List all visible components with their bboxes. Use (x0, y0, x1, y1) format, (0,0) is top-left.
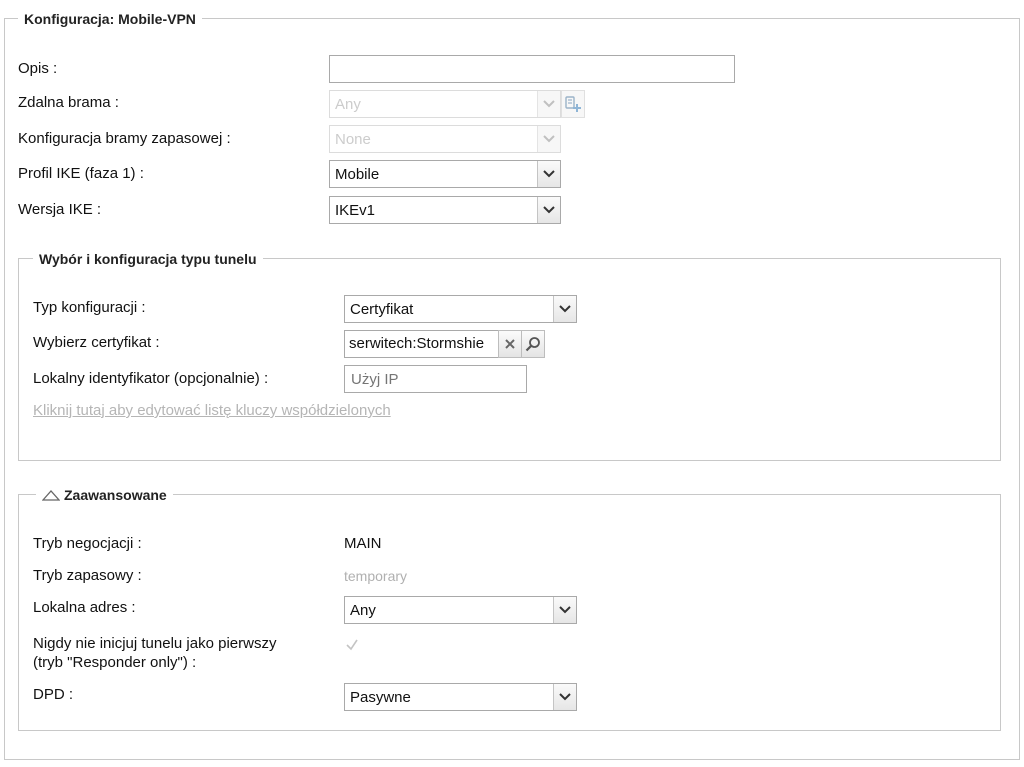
dpd-label: DPD : (33, 686, 74, 703)
local-id-label: Lokalny identyfikator (opcjonalnie) : (33, 370, 269, 387)
ike-profile-value: Mobile (335, 166, 380, 183)
local-addr-label: Lokalna adres : (33, 599, 136, 616)
nego-label: Tryb negocjacji : (33, 535, 142, 552)
chevron-down-icon (553, 296, 576, 322)
typ-konfiguracji-value: Certyfikat (350, 301, 414, 318)
ike-profile-select[interactable]: Mobile (329, 160, 561, 188)
dpd-value: Pasywne (350, 689, 411, 706)
search-icon (525, 337, 540, 352)
zdalna-brama-label: Zdalna brama : (18, 94, 119, 111)
psk-edit-link[interactable]: Kliknij tutaj aby edytować listę kluczy … (33, 402, 391, 419)
certyfikat-value: serwitech:Stormshie (349, 335, 485, 352)
opis-label: Opis : (18, 60, 58, 77)
local-addr-select[interactable]: Any (344, 596, 577, 624)
zapasowa-select[interactable]: None (329, 125, 561, 153)
backup-value: temporary (344, 568, 408, 584)
certyfikat-label: Wybierz certyfikat : (33, 334, 160, 351)
advanced-legend-text: Zaawansowane (64, 487, 167, 503)
advanced-legend[interactable]: Zaawansowane (36, 486, 173, 504)
chevron-down-icon (553, 597, 576, 623)
collapse-triangle-icon (42, 490, 60, 501)
zdalna-brama-value: Any (335, 96, 361, 113)
search-button[interactable] (521, 330, 545, 358)
clear-icon (505, 339, 515, 349)
certyfikat-input[interactable]: serwitech:Stormshie (344, 330, 499, 358)
nego-value: MAIN (344, 535, 382, 552)
responder-label-line1: Nigdy nie inicjuj tunelu jako pierwszy (33, 635, 277, 652)
backup-label: Tryb zapasowy : (33, 567, 142, 584)
chevron-down-icon (537, 197, 560, 223)
tunnel-fieldset (18, 258, 1001, 461)
checkmark-icon (346, 639, 358, 651)
responder-checkbox[interactable] (344, 637, 360, 653)
add-object-icon[interactable] (561, 90, 585, 118)
zdalna-brama-select[interactable]: Any (329, 90, 561, 118)
typ-konfiguracji-select[interactable]: Certyfikat (344, 295, 577, 323)
zapasowa-label: Konfiguracja bramy zapasowej : (18, 130, 231, 147)
local-id-input[interactable] (344, 365, 527, 393)
zapasowa-value: None (335, 131, 371, 148)
main-legend: Konfiguracja: Mobile-VPN (18, 10, 202, 28)
typ-konfiguracji-label: Typ konfiguracji : (33, 299, 146, 316)
responder-label-line2: (tryb "Responder only") : (33, 654, 197, 671)
ike-version-value: IKEv1 (335, 202, 376, 219)
chevron-down-icon (553, 684, 576, 710)
local-addr-value: Any (350, 602, 376, 619)
chevron-down-icon (537, 91, 560, 117)
ike-version-label: Wersja IKE : (18, 201, 102, 218)
chevron-down-icon (537, 126, 560, 152)
chevron-down-icon (537, 161, 560, 187)
ike-profile-label: Profil IKE (faza 1) : (18, 165, 144, 182)
clear-button[interactable] (498, 330, 522, 358)
opis-input[interactable] (329, 55, 735, 83)
tunnel-legend: Wybór i konfiguracja typu tunelu (33, 250, 263, 268)
ike-version-select[interactable]: IKEv1 (329, 196, 561, 224)
dpd-select[interactable]: Pasywne (344, 683, 577, 711)
